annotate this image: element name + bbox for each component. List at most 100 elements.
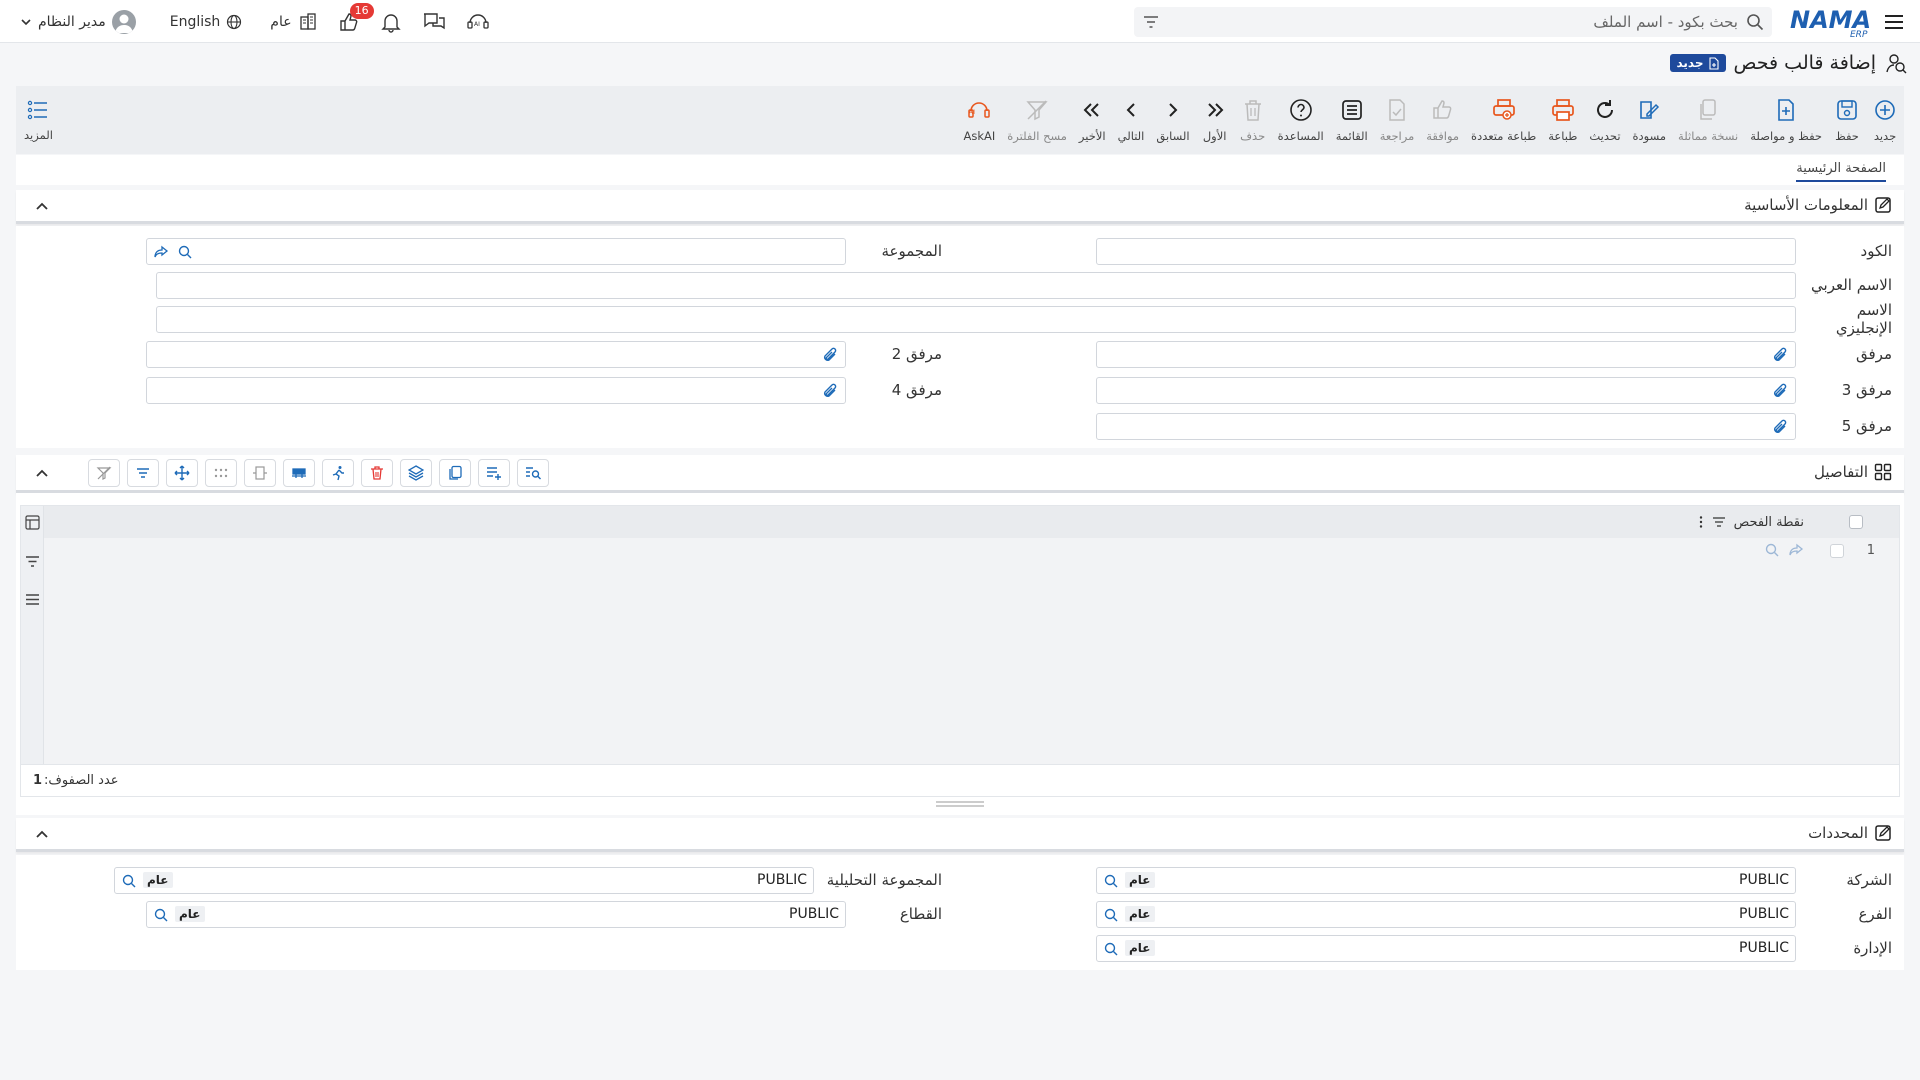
paperclip-icon[interactable]: [821, 346, 839, 364]
company-tag: عام: [1125, 871, 1155, 888]
search-input[interactable]: [1160, 8, 1746, 36]
next-button[interactable]: التالي: [1112, 86, 1151, 154]
chevron-down-icon: [21, 18, 31, 25]
insert-row-button[interactable]: [283, 459, 315, 487]
clear-filter-button[interactable]: مسح الفلترة: [1001, 86, 1073, 154]
arabic-name-field[interactable]: [156, 271, 1796, 299]
attachment5-field[interactable]: [1096, 412, 1796, 440]
ask-ai-button[interactable]: AI AskAI: [957, 86, 1001, 154]
search-icon[interactable]: [1103, 941, 1119, 957]
table-row[interactable]: 1: [44, 538, 1899, 566]
code-field[interactable]: [1096, 237, 1796, 265]
print-icon: [1551, 99, 1574, 121]
resize-columns-button[interactable]: [244, 459, 276, 487]
department-field[interactable]: PUBLIC عام: [1096, 934, 1796, 962]
share-icon[interactable]: [1788, 542, 1804, 558]
ai-assistant-button[interactable]: AI: [456, 0, 500, 43]
attachment4-field[interactable]: [146, 376, 846, 404]
review-button[interactable]: مراجعة: [1374, 86, 1421, 154]
search-icon[interactable]: [1103, 873, 1119, 889]
attachment3-field[interactable]: [1096, 376, 1796, 404]
sector-row: القطاع PUBLIC عام: [20, 900, 954, 928]
column-header-inspection-point[interactable]: نقطة الفحص: [1554, 506, 1804, 538]
user-menu[interactable]: مدير النظام: [10, 0, 146, 43]
approvals-button[interactable]: 16: [328, 0, 374, 43]
save-button[interactable]: حفظ: [1828, 86, 1866, 154]
last-button[interactable]: الأخير: [1073, 86, 1112, 154]
clear-filter-button[interactable]: [88, 459, 120, 487]
chevron-up-icon[interactable]: [34, 826, 50, 842]
select-all-checkbox[interactable]: [1849, 515, 1863, 529]
search-icon[interactable]: [121, 873, 137, 889]
attachment4-row: مرفق 4: [20, 376, 954, 404]
sector-field[interactable]: PUBLIC عام: [146, 900, 846, 928]
grid-resize-handle[interactable]: [936, 800, 984, 808]
paperclip-icon[interactable]: [821, 382, 839, 400]
search-icon[interactable]: [1764, 542, 1780, 558]
approve-button[interactable]: موافقة: [1420, 86, 1465, 154]
filter-lines-icon[interactable]: [25, 554, 40, 569]
row-number: 1: [1866, 543, 1875, 558]
language-switch[interactable]: English: [160, 0, 253, 43]
company-field[interactable]: PUBLIC عام: [1096, 866, 1796, 894]
menu-lines-icon[interactable]: [25, 592, 40, 607]
search-icon[interactable]: [1103, 907, 1119, 923]
new-button[interactable]: جديد: [1866, 86, 1904, 154]
search-list-icon: [526, 467, 541, 480]
add-rows-button[interactable]: [478, 459, 510, 487]
branch-field[interactable]: PUBLIC عام: [1096, 900, 1796, 928]
row-checkbox[interactable]: [1830, 544, 1844, 558]
chevron-up-icon[interactable]: [34, 465, 50, 481]
share-icon[interactable]: [153, 244, 169, 260]
copy-icon: [449, 465, 462, 480]
attachment2-field[interactable]: [146, 340, 846, 368]
notifications-button[interactable]: [370, 0, 412, 43]
delete-row-button[interactable]: [361, 459, 393, 487]
help-button[interactable]: المساعدة: [1272, 86, 1330, 154]
search-rows-button[interactable]: [517, 459, 549, 487]
run-button[interactable]: [322, 459, 354, 487]
chevron-up-icon[interactable]: [34, 198, 50, 214]
notification-count-badge: 16: [349, 3, 374, 19]
list-button[interactable]: القائمة: [1330, 86, 1374, 154]
messages-button[interactable]: [412, 0, 456, 43]
paperclip-icon[interactable]: [1771, 382, 1789, 400]
hamburger-menu-icon[interactable]: [1882, 10, 1906, 34]
attachment2-label: مرفق 2: [891, 345, 942, 363]
english-name-field[interactable]: [156, 305, 1796, 333]
filter-button[interactable]: [127, 459, 159, 487]
duplicate-button[interactable]: نسخة مماثلة: [1672, 86, 1744, 154]
tab-main[interactable]: الصفحة الرئيسية: [1796, 161, 1886, 182]
paperclip-icon[interactable]: [1771, 418, 1789, 436]
search-icon[interactable]: [153, 907, 169, 923]
group-field[interactable]: [146, 237, 846, 265]
scope-switch[interactable]: عام: [260, 0, 327, 43]
inspection-template-icon: [1886, 54, 1907, 74]
print-button[interactable]: طباعة: [1542, 86, 1583, 154]
details-tools: [88, 459, 549, 487]
layers-button[interactable]: [400, 459, 432, 487]
dots-grid-button[interactable]: [205, 459, 237, 487]
multi-print-button[interactable]: طباعة متعددة: [1465, 86, 1542, 154]
more-button[interactable]: المزيد: [24, 86, 53, 154]
previous-button[interactable]: السابق: [1150, 86, 1195, 154]
delete-button-label: حذف: [1240, 129, 1266, 143]
copy-row-button[interactable]: [439, 459, 471, 487]
save-continue-button[interactable]: حفظ و مواصلة: [1744, 86, 1828, 154]
delete-button[interactable]: حذف: [1234, 86, 1272, 154]
first-button[interactable]: الأول: [1196, 86, 1234, 154]
filter-lines-icon[interactable]: [1712, 515, 1726, 529]
analytic-group-field[interactable]: PUBLIC عام: [114, 866, 814, 894]
nama-logo[interactable]: NAMA ERP: [1790, 6, 1872, 38]
paperclip-icon[interactable]: [1771, 346, 1789, 364]
ai-headset-icon: AI: [466, 13, 489, 29]
filter-icon[interactable]: [1142, 13, 1160, 31]
attachment-field[interactable]: [1096, 340, 1796, 368]
draft-button[interactable]: مسودة: [1627, 86, 1673, 154]
refresh-button[interactable]: تحديث: [1583, 86, 1626, 154]
move-button[interactable]: [166, 459, 198, 487]
kebab-menu-icon[interactable]: [1698, 515, 1704, 529]
search-icon[interactable]: [177, 244, 193, 260]
table-icon[interactable]: [25, 515, 40, 530]
inspection-point-cell[interactable]: [1654, 538, 1804, 562]
